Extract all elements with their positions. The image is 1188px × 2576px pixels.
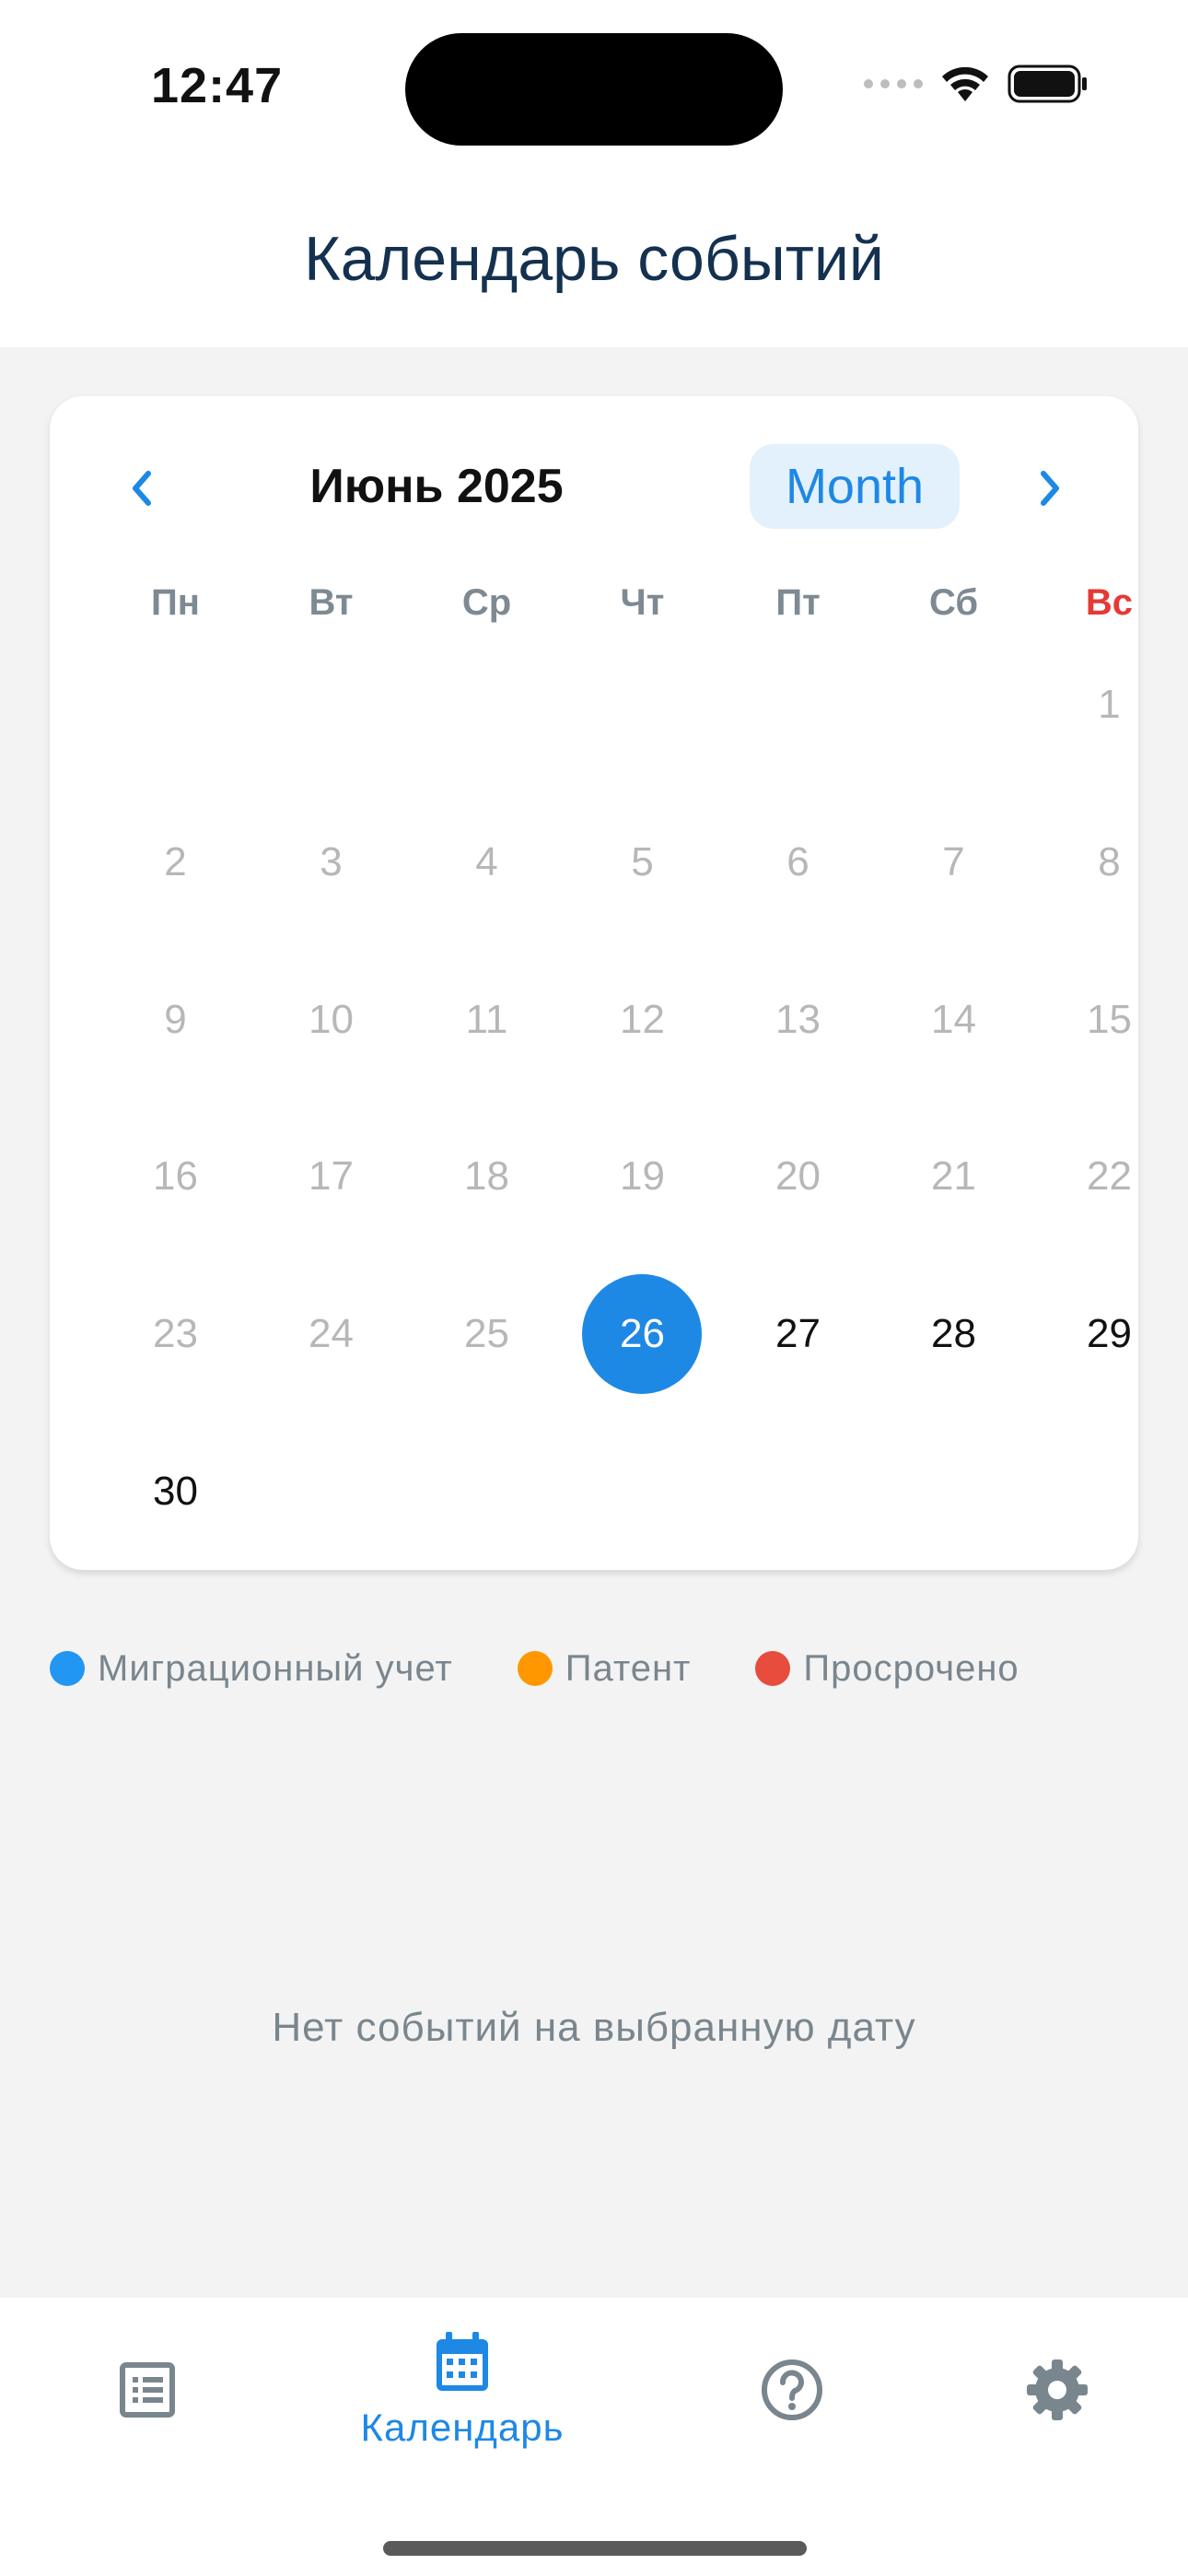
legend-dot	[50, 1651, 85, 1686]
weekday-label: Пн	[151, 582, 200, 623]
month-title: Июнь 2025	[309, 460, 564, 513]
weekday-label: Чт	[620, 582, 665, 623]
weekday-label: Пт	[775, 582, 821, 623]
home-indicator	[383, 2541, 807, 2556]
day-cell[interactable]: 7	[876, 802, 1031, 922]
day-cell[interactable]: 24	[253, 1274, 409, 1394]
cellular-icon	[864, 79, 923, 88]
day-cell[interactable]: 30	[98, 1432, 253, 1551]
day-cell[interactable]: 27	[720, 1274, 876, 1394]
day-cell[interactable]: 5	[565, 802, 720, 922]
chevron-left-icon	[133, 471, 151, 506]
legend-item: Патент	[517, 1647, 692, 1690]
day-cell[interactable]: 23	[98, 1274, 253, 1394]
gear-icon	[1027, 2359, 1088, 2420]
day-cell[interactable]: 11	[409, 960, 565, 1080]
wifi-icon	[939, 64, 991, 103]
status-icons	[864, 64, 1089, 103]
tab-list[interactable]	[0, 2298, 295, 2482]
legend-label: Патент	[565, 1647, 692, 1689]
day-cell[interactable]: 17	[253, 1117, 409, 1236]
weekday-label-sunday: Вс	[1085, 582, 1134, 623]
day-cell[interactable]: 1	[1031, 645, 1187, 765]
day-cell[interactable]: 20	[720, 1117, 876, 1236]
day-cell[interactable]: 13	[720, 960, 876, 1080]
legend-dot	[517, 1651, 553, 1686]
chevron-right-icon	[1041, 471, 1059, 506]
day-cell[interactable]: 10	[253, 960, 409, 1080]
day-cell[interactable]: 28	[876, 1274, 1031, 1394]
empty-events-message: Нет событий на выбранную дату	[272, 2005, 916, 2050]
day-cell[interactable]: 8	[1031, 802, 1187, 922]
tab-help[interactable]	[645, 2298, 939, 2482]
calendar-card: Июнь 2025 Month Пн Вт Ср Чт Пт Сб Вс 1 2…	[50, 396, 1138, 1570]
tab-calendar[interactable]: Календарь	[315, 2298, 610, 2482]
legend-label: Просрочено	[803, 1647, 1019, 1689]
day-cell[interactable]: 21	[876, 1117, 1031, 1236]
day-cell[interactable]: 25	[409, 1274, 565, 1394]
weekday-label: Вт	[309, 582, 354, 623]
day-cell[interactable]: 19	[565, 1117, 720, 1236]
tab-label: Календарь	[360, 2406, 565, 2449]
day-cell[interactable]: 6	[720, 802, 876, 922]
day-cell[interactable]: 16	[98, 1117, 253, 1236]
day-cell[interactable]: 12	[565, 960, 720, 1080]
legend-item: Просрочено	[755, 1648, 1019, 1690]
day-cell[interactable]: 3	[253, 802, 409, 922]
legend-label: Миграционный учет	[98, 1647, 453, 1689]
list-icon	[120, 2362, 175, 2418]
weekday-label: Ср	[461, 582, 512, 623]
weekday-label: Сб	[928, 582, 979, 623]
help-icon	[762, 2359, 822, 2420]
page-title: Календарь событий	[304, 224, 884, 294]
day-cell[interactable]: 15	[1031, 960, 1187, 1080]
tab-settings[interactable]	[910, 2298, 1188, 2482]
day-cell[interactable]: 18	[409, 1117, 565, 1236]
weekday-header: Пн Вт Ср Чт Пт Сб Вс	[50, 582, 1138, 638]
legend-dot	[755, 1651, 791, 1686]
prev-month-button[interactable]	[114, 461, 169, 516]
day-cell[interactable]: 22	[1031, 1117, 1187, 1236]
status-time: 12:47	[151, 58, 284, 113]
next-month-button[interactable]	[1022, 461, 1077, 516]
day-cell[interactable]: 14	[876, 960, 1031, 1080]
calendar-icon	[437, 2332, 488, 2391]
bottom-nav: Календарь	[0, 2298, 1188, 2576]
view-mode-button[interactable]: Month	[750, 444, 960, 529]
days-grid: 1 2 3 4 5 6 7 8 9 10 11 12 13 14 15 16 1…	[50, 645, 1138, 1566]
battery-icon	[1007, 64, 1089, 103]
day-cell[interactable]: 29	[1031, 1274, 1187, 1394]
day-cell[interactable]: 4	[409, 802, 565, 922]
day-cell-selected[interactable]: 26	[565, 1274, 720, 1394]
day-cell[interactable]: 9	[98, 960, 253, 1080]
legend: Миграционный учет Патент Просрочено	[50, 1645, 1084, 1692]
day-cell[interactable]: 2	[98, 802, 253, 922]
dynamic-island	[405, 33, 783, 146]
top-bar: 12:47 Календарь событий	[0, 0, 1188, 347]
legend-item: Миграционный учет	[50, 1648, 453, 1690]
